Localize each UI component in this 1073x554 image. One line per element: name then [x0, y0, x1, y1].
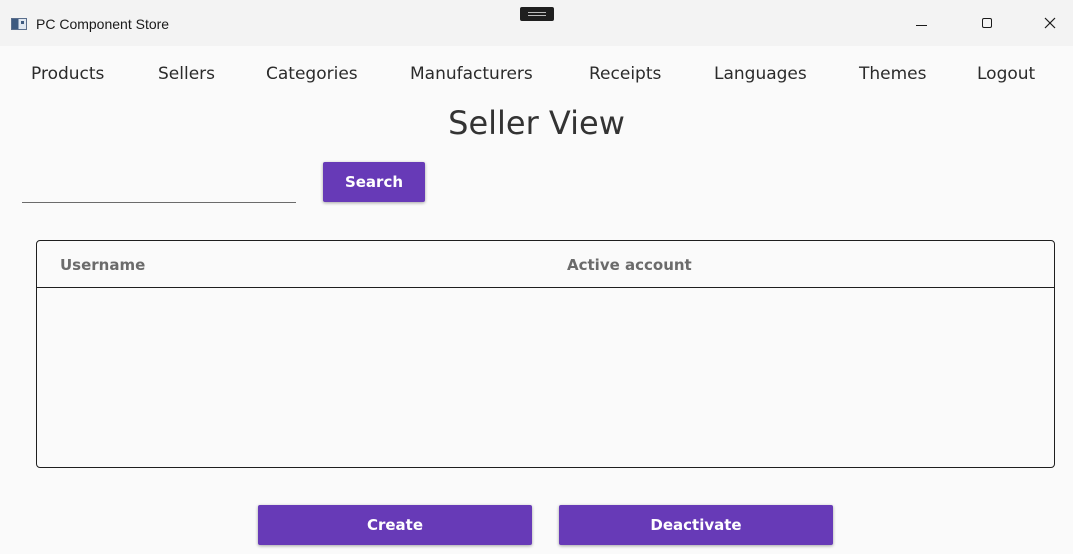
close-icon	[1044, 17, 1056, 29]
app-window-icon	[11, 18, 27, 30]
table-body[interactable]	[37, 288, 1054, 468]
title-bar[interactable]: PC Component Store	[0, 0, 1073, 46]
search-button[interactable]: Search	[323, 162, 425, 202]
menu-item-logout[interactable]: Logout	[977, 64, 1035, 84]
deactivate-button[interactable]: Deactivate	[559, 505, 833, 545]
maximize-button[interactable]	[964, 0, 1010, 46]
snap-handle-icon[interactable]	[520, 7, 554, 21]
page-title: Seller View	[448, 104, 625, 142]
menu-item-manufacturers[interactable]: Manufacturers	[410, 64, 533, 84]
column-header-username[interactable]: Username	[60, 256, 145, 274]
create-button[interactable]: Create	[258, 505, 532, 545]
menu-item-sellers[interactable]: Sellers	[158, 64, 215, 84]
menu-item-categories[interactable]: Categories	[266, 64, 358, 84]
menu-item-receipts[interactable]: Receipts	[589, 64, 661, 84]
app-window: PC Component Store Products Sellers Cate…	[0, 0, 1073, 554]
window-title: PC Component Store	[36, 16, 170, 32]
minimize-icon	[915, 24, 927, 26]
menu-item-products[interactable]: Products	[31, 64, 104, 84]
menu-item-themes[interactable]: Themes	[859, 64, 927, 84]
menu-item-languages[interactable]: Languages	[714, 64, 807, 84]
close-button[interactable]	[1027, 0, 1073, 46]
table-header: Username Active account	[37, 241, 1054, 288]
main-menu: Products Sellers Categories Manufacturer…	[0, 56, 1073, 92]
maximize-icon	[982, 18, 992, 28]
column-header-active-account[interactable]: Active account	[567, 256, 692, 274]
search-input[interactable]	[22, 176, 296, 203]
minimize-button[interactable]	[898, 0, 944, 46]
sellers-table: Username Active account	[36, 240, 1055, 468]
